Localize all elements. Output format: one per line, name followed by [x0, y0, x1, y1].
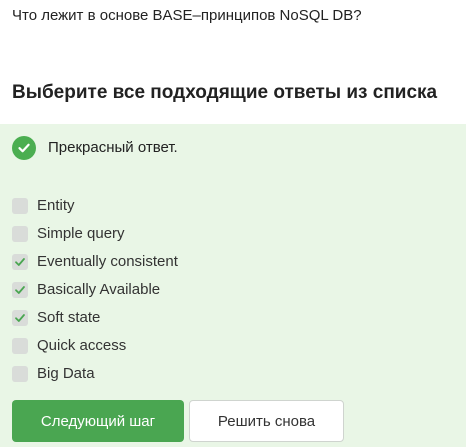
feedback-text: Прекрасный ответ. [48, 139, 178, 156]
option-label: Soft state [37, 309, 101, 326]
next-step-button[interactable]: Следующий шаг [12, 400, 184, 442]
checkbox[interactable] [12, 226, 28, 242]
option-label: Big Data [37, 365, 95, 382]
option-label: Quick access [37, 337, 127, 354]
checkmark-icon [15, 258, 25, 266]
option-eventually-consistent[interactable]: Eventually consistent [12, 248, 178, 276]
checkbox[interactable] [12, 366, 28, 382]
option-label: Eventually consistent [37, 253, 178, 270]
options-list: Entity Simple query Eventually consisten… [12, 192, 178, 388]
option-entity[interactable]: Entity [12, 192, 178, 220]
option-simple-query[interactable]: Simple query [12, 220, 178, 248]
instruction-heading: Выберите все подходящие ответы из списка [12, 82, 438, 103]
checkbox[interactable] [12, 282, 28, 298]
checkmark-icon [15, 314, 25, 322]
option-big-data[interactable]: Big Data [12, 360, 178, 388]
checkmark-icon [15, 286, 25, 294]
checkbox[interactable] [12, 198, 28, 214]
option-quick-access[interactable]: Quick access [12, 332, 178, 360]
option-soft-state[interactable]: Soft state [12, 304, 178, 332]
option-label: Entity [37, 197, 75, 214]
option-label: Basically Available [37, 281, 161, 298]
retry-button[interactable]: Решить снова [189, 400, 344, 442]
option-label: Simple query [37, 225, 125, 242]
feedback-message: Прекрасный ответ. [12, 136, 178, 160]
checkbox[interactable] [12, 310, 28, 326]
option-basically-available[interactable]: Basically Available [12, 276, 178, 304]
checkbox[interactable] [12, 254, 28, 270]
answer-panel: Прекрасный ответ. Entity Simple query Ev… [0, 124, 466, 447]
question-text: Что лежит в основе BASE–принципов NoSQL … [12, 7, 362, 24]
checkbox[interactable] [12, 338, 28, 354]
check-circle-icon [12, 136, 36, 160]
